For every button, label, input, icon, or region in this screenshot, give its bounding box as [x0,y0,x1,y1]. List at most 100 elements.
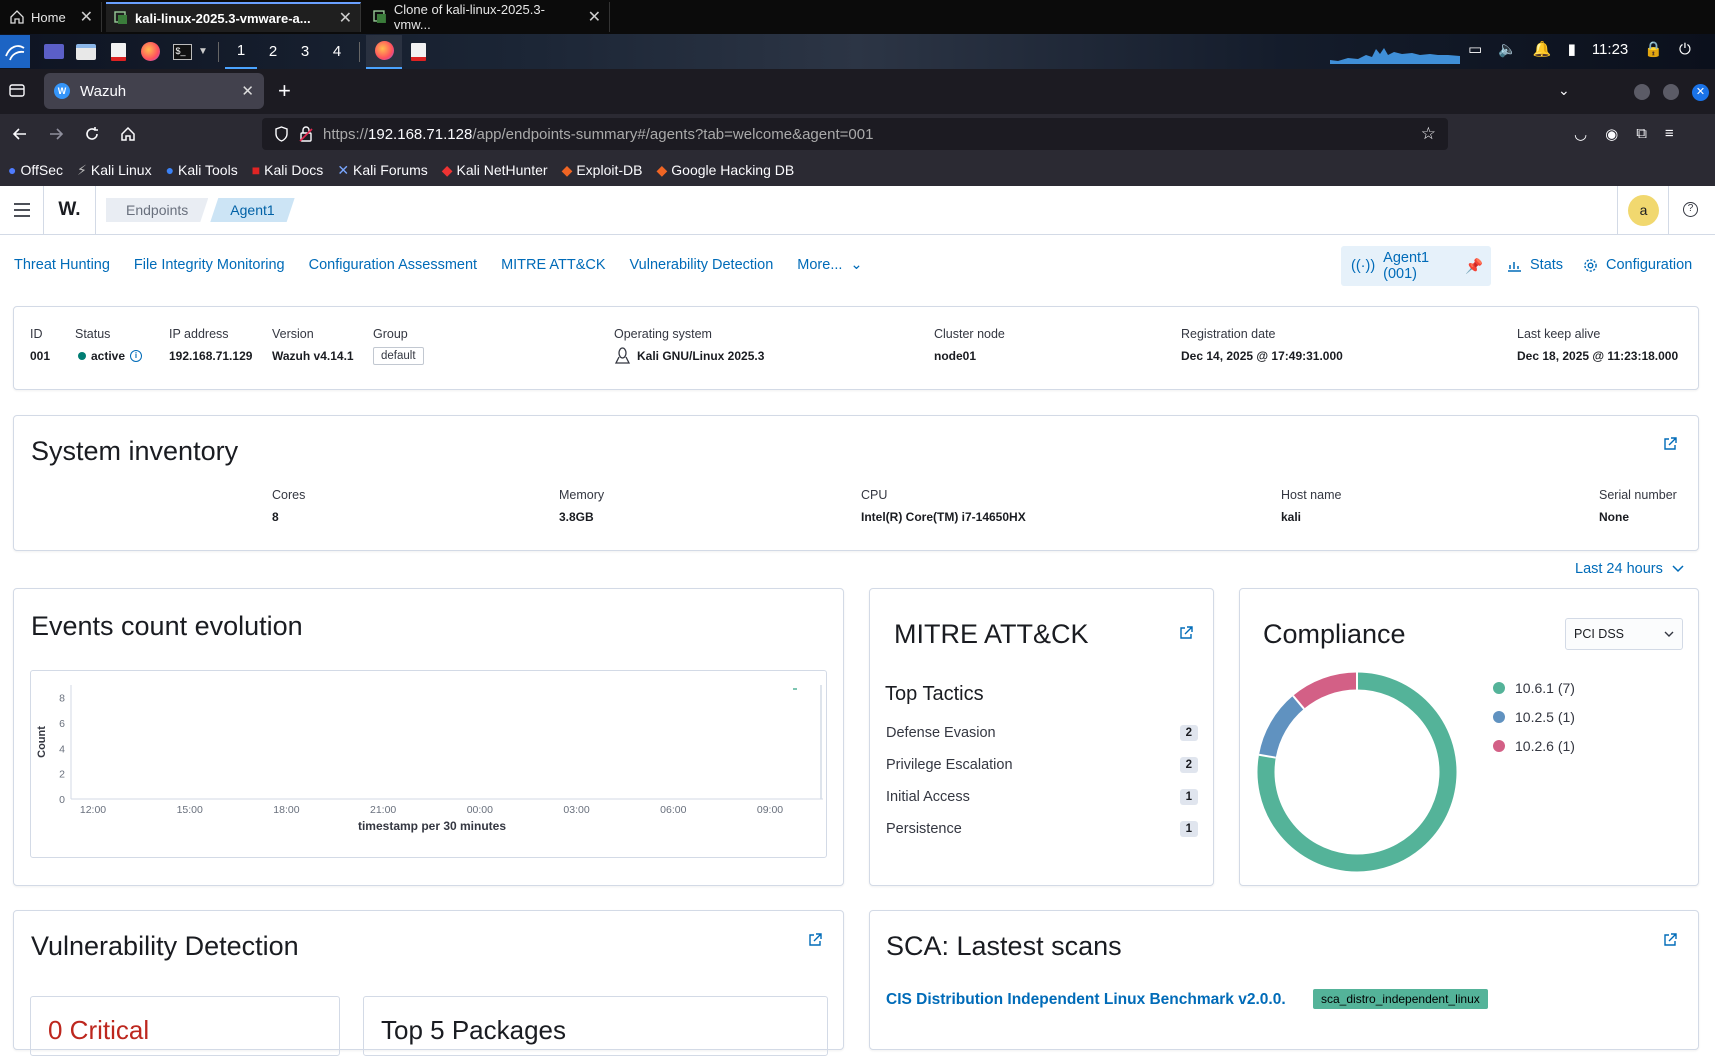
workspace-1[interactable]: 1 [225,35,257,69]
external-link-icon[interactable] [1663,437,1677,451]
list-tabs-chevron-icon[interactable]: ⌄ [1558,82,1570,99]
agent-pill[interactable]: ((·)) Agent1 (001) 📌 [1341,246,1491,286]
pin-icon[interactable]: 📌 [1465,258,1483,275]
legend-item[interactable]: 10.6.1 (7) [1493,673,1575,702]
compliance-select[interactable]: PCI DSS [1565,618,1683,650]
show-desktop-button[interactable] [38,35,70,69]
vm-tab-kali[interactable]: kali-linux-2025.3-vmware-a... ✕ [106,2,361,32]
home-button[interactable] [110,116,146,152]
menu-icon[interactable]: ≡ [1665,125,1674,143]
new-tab-button[interactable]: + [278,78,291,104]
task-editor[interactable] [402,35,434,69]
vm-tab-clone[interactable]: Clone of kali-linux-2025.3-vmw... ✕ [365,2,610,32]
stats-button[interactable]: Stats [1507,257,1563,273]
minimize-window-button[interactable] [1634,84,1650,100]
browser-tab-wazuh[interactable]: W Wazuh ✕ [44,73,264,109]
bookmark-label: Kali Tools [178,162,238,178]
firefox-launcher[interactable] [134,35,166,69]
field-label: Registration date [1181,327,1276,341]
wazuh-logo[interactable]: W. [44,186,96,234]
vm-tab-home[interactable]: Home ✕ [2,2,102,32]
address-bar[interactable]: https://192.168.71.128/app/endpoints-sum… [262,118,1448,150]
volume-icon[interactable]: 🔈 [1498,40,1517,58]
extensions-icon[interactable]: ⧉ [1636,125,1647,143]
chart-icon [1508,262,1521,272]
workspace-4[interactable]: 4 [321,35,353,69]
clipboard-icon[interactable]: ▮ [1568,40,1576,58]
workspace-2[interactable]: 2 [257,35,289,69]
close-icon[interactable]: ✕ [241,82,254,100]
nav-more[interactable]: More... ⌄ [797,257,862,273]
nav-mitre[interactable]: MITRE ATT&CK [501,257,605,273]
close-window-button[interactable]: ✕ [1692,84,1709,101]
breadcrumb-endpoints[interactable]: Endpoints [106,198,208,222]
bookmarks-toolbar: ● OffSec ⚡ Kali Linux ● Kali Tools ■ Kali Do… [0,154,1715,186]
time-filter-button[interactable]: Last 24 hours [1575,561,1684,577]
display-icon[interactable]: ▭ [1468,40,1482,58]
bookmark-ghdb[interactable]: ◆ Google Hacking DB [656,162,794,179]
pocket-icon[interactable]: ◡ [1574,125,1587,143]
list-item[interactable]: Initial Access 1 [886,781,1198,813]
compliance-legend: 10.6.1 (7) 10.2.5 (1) 10.2.6 (1) [1493,673,1575,760]
kali-menu-button[interactable] [0,35,30,68]
menu-toggle-button[interactable] [0,186,44,234]
bookmark-kali-tools[interactable]: ● Kali Tools [166,162,238,178]
external-link-icon[interactable] [1663,933,1677,947]
account-icon[interactable]: ◉ [1605,125,1618,143]
legend-dot [1493,681,1505,694]
bookmark-kali-nethunter[interactable]: ◆ Kali NetHunter [442,162,548,179]
tab-overview-icon[interactable] [8,81,26,99]
user-avatar[interactable]: a [1628,195,1659,226]
list-item[interactable]: Persistence 1 [886,813,1198,845]
panel-clock[interactable]: 11:23 [1592,41,1628,58]
shield-icon[interactable] [274,126,289,142]
close-icon[interactable]: ✕ [588,7,601,27]
reload-button[interactable] [74,116,110,152]
legend-item[interactable]: 10.2.6 (1) [1493,731,1575,760]
task-firefox[interactable] [366,34,402,69]
forward-button[interactable] [38,116,74,152]
bookmark-kali-linux[interactable]: ⚡ Kali Linux [77,162,152,179]
external-link-icon[interactable] [1179,626,1193,640]
tactic-name: Privilege Escalation [886,757,1013,773]
group-badge[interactable]: default [373,347,424,365]
nav-threat-hunting[interactable]: Threat Hunting [14,257,110,273]
text-editor-button[interactable] [102,35,134,69]
chevron-down-icon[interactable]: ▼ [198,46,212,57]
breadcrumb-agent[interactable]: Agent1 [210,198,294,222]
field-value: None [1599,510,1629,524]
legend-item[interactable]: 10.2.5 (1) [1493,702,1575,731]
cpu-graph-icon [1330,48,1460,64]
compliance-select-value: PCI DSS [1574,627,1625,641]
external-link-icon[interactable] [808,933,822,947]
list-item[interactable]: Defense Evasion 2 [886,717,1198,749]
bookmark-kali-docs[interactable]: ■ Kali Docs [252,162,324,178]
power-icon[interactable]: ⏻ [1679,41,1691,58]
inventory-serial: Serial number None [1599,488,1677,524]
bookmark-kali-forums[interactable]: ✕ Kali Forums [337,162,427,179]
bell-icon[interactable]: 🔔 [1533,40,1552,58]
nav-file-integrity[interactable]: File Integrity Monitoring [134,257,285,273]
critical-count[interactable]: 0 Critical [48,1015,149,1046]
bookmark-exploit-db[interactable]: ◆ Exploit-DB [562,162,643,179]
maximize-window-button[interactable] [1663,84,1679,100]
lock-icon[interactable]: 🔒 [1644,40,1663,58]
file-manager-button[interactable] [70,35,102,69]
arrow-right-icon [50,128,64,140]
nav-vulnerability[interactable]: Vulnerability Detection [630,257,774,273]
bookmark-offsec[interactable]: ● OffSec [8,162,63,178]
card-title: Compliance [1263,619,1406,649]
help-icon[interactable]: ? [1683,202,1698,217]
configuration-button[interactable]: Configuration [1583,257,1692,273]
terminal-launcher[interactable]: $_ [166,35,198,69]
back-button[interactable] [2,116,38,152]
close-icon[interactable]: ✕ [80,7,93,27]
close-icon[interactable]: ✕ [339,8,352,28]
nav-config-assessment[interactable]: Configuration Assessment [309,257,477,273]
list-item[interactable]: Privilege Escalation 2 [886,749,1198,781]
lock-warning-icon[interactable] [299,126,313,142]
sca-policy-link[interactable]: CIS Distribution Independent Linux Bench… [886,991,1286,1009]
info-icon[interactable]: i [130,350,143,362]
bookmark-star-icon[interactable]: ☆ [1421,124,1436,144]
workspace-3[interactable]: 3 [289,35,321,69]
